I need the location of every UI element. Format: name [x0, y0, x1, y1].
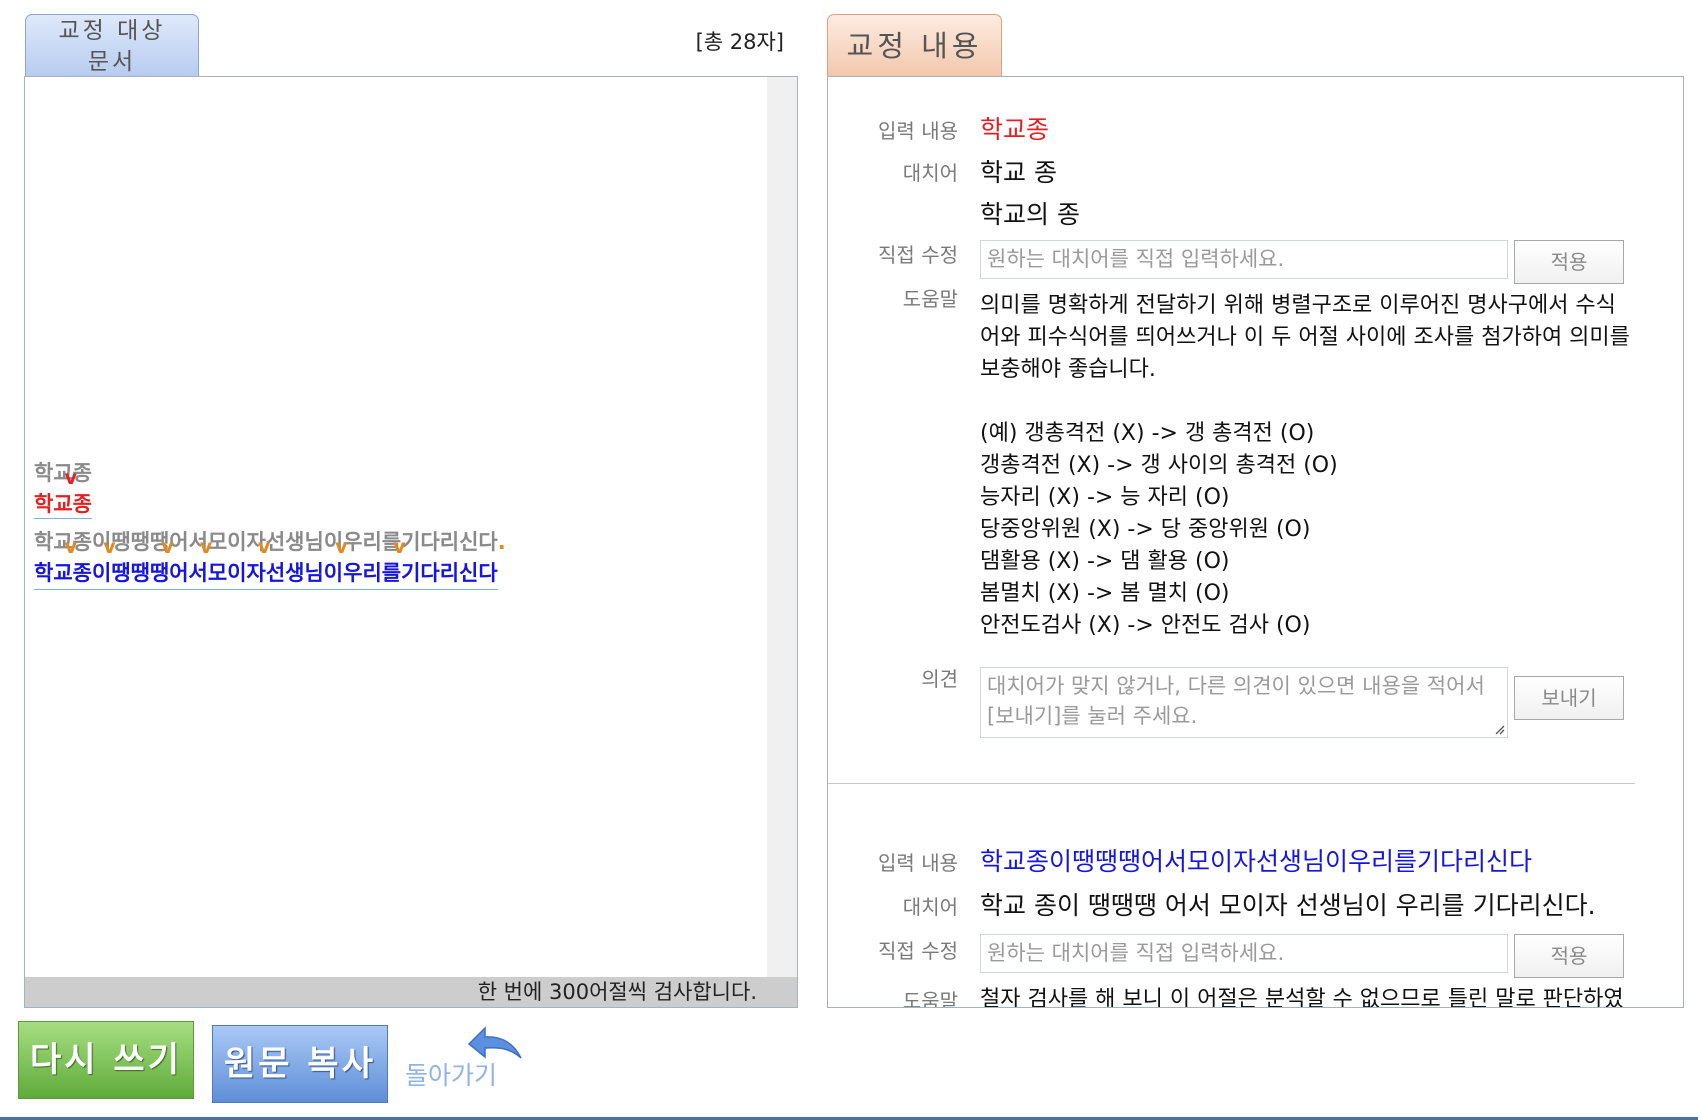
help-label: 도움말	[902, 989, 958, 1008]
help-example: 댐활용 (X) -> 댐 활용 (O)	[980, 549, 1230, 574]
input-word: 학교종	[980, 115, 1050, 144]
direct-edit-label: 직접 수정	[878, 243, 958, 267]
apply-button[interactable]: 적용	[1514, 240, 1624, 284]
input-label: 입력 내용	[878, 119, 958, 143]
correction-panel: 입력 내용 학교종 대치어 학교 종 학교의 종 직접 수정 원하는 대치어를 …	[827, 76, 1684, 1008]
error-line-2: 학교종이땡땡땡어서모이자선생님이우리를기다리신다	[34, 557, 506, 590]
input-label: 입력 내용	[878, 851, 958, 875]
help-example: 봄멸치 (X) -> 봄 멸치 (O)	[980, 581, 1230, 606]
error-word-blue[interactable]: 학교종이땡땡땡어서모이자선생님이우리를기다리신다	[34, 561, 498, 590]
send-button[interactable]: 보내기	[1514, 676, 1624, 720]
tab-proofread-content-label: 교정 내용	[846, 29, 983, 63]
tab-proofread-document-label: 교정 대상 문서	[58, 18, 166, 75]
help-text: 의미를 명확하게 전달하기 위해 병렬구조로 이루어진 명사구에서 수식어와 피…	[980, 290, 1635, 642]
rewrite-button[interactable]: 다시 쓰기	[18, 1021, 194, 1099]
direct-edit-label: 직접 수정	[878, 939, 958, 963]
error-line-1: 학교종	[34, 488, 506, 524]
period-marker: .	[497, 530, 506, 554]
input-word: 학교종이땡땡땡어서모이자선생님이우리를기다리신다	[980, 847, 1533, 876]
opinion-placeholder: 대치어가 맞지 않거나, 다른 의견이 있으면 내용을 적어서 [보내기]를 눌…	[987, 674, 1485, 728]
alternative-option[interactable]: 학교 종이 땡땡땡 어서 모이자 선생님이 우리를 기다리신다.	[980, 886, 1596, 922]
document-text: 학교종 학교종 학교종이땡땡땡어서모이자선생님이우리를기다리신다. 학교종이땡땡…	[34, 457, 506, 590]
help-example: (예) 갱총격전 (X) -> 갱 총격전 (O)	[980, 421, 1315, 446]
tab-proofread-document[interactable]: 교정 대상 문서	[25, 14, 199, 76]
alternative-option[interactable]: 학교 종	[980, 153, 1057, 189]
original-line-2: 학교종이땡땡땡어서모이자선생님이우리를기다리신다.	[34, 526, 506, 558]
help-example: 갱총격전 (X) -> 갱 사이의 총격전 (O)	[980, 453, 1338, 478]
back-button[interactable]: 돌아가기	[405, 1022, 525, 1092]
alternative-option[interactable]: 학교의 종	[980, 195, 1080, 231]
direct-edit-input[interactable]: 원하는 대치어를 직접 입력하세요.	[980, 934, 1508, 973]
document-panel: 학교종 학교종 학교종이땡땡땡어서모이자선생님이우리를기다리신다. 학교종이땡땡…	[24, 76, 798, 1008]
help-example: 안전도검사 (X) -> 안전도 검사 (O)	[980, 613, 1311, 638]
alternative-label: 대치어	[902, 161, 958, 185]
resize-grip-icon[interactable]	[1493, 723, 1505, 735]
vertical-scrollbar[interactable]	[767, 77, 797, 977]
item-divider	[828, 783, 1635, 784]
tab-proofread-content[interactable]: 교정 내용	[827, 14, 1002, 76]
help-text: 철자 검사를 해 보니 이 어절은 분석할 수 없으므로 틀린 말로 판단하였	[980, 987, 1624, 1008]
alternative-label: 대치어	[902, 895, 958, 919]
help-label: 도움말	[902, 287, 958, 311]
original-line-1: 학교종	[34, 457, 506, 489]
apply-button[interactable]: 적용	[1514, 934, 1624, 978]
check-limit-note: 한 번에 300어절씩 검사합니다.	[25, 977, 797, 1007]
opinion-textarea[interactable]: 대치어가 맞지 않거나, 다른 의견이 있으면 내용을 적어서 [보내기]를 눌…	[980, 667, 1508, 738]
opinion-label: 의견	[921, 667, 958, 691]
word: 선생님이	[265, 530, 344, 554]
help-example: 능자리 (X) -> 능 자리 (O)	[980, 485, 1230, 510]
help-description: 의미를 명확하게 전달하기 위해 병렬구조로 이루어진 명사구에서 수식어와 피…	[980, 293, 1630, 382]
help-example: 당중앙위원 (X) -> 당 중앙위원 (O)	[980, 517, 1311, 542]
error-word-red[interactable]: 학교종	[34, 492, 92, 519]
word: 기다리신다	[401, 530, 498, 554]
character-count: [총 28자]	[695, 30, 784, 54]
direct-edit-input[interactable]: 원하는 대치어를 직접 입력하세요.	[980, 240, 1508, 279]
copy-original-button[interactable]: 원문 복사	[212, 1025, 388, 1103]
back-label: 돌아가기	[405, 1061, 498, 1090]
